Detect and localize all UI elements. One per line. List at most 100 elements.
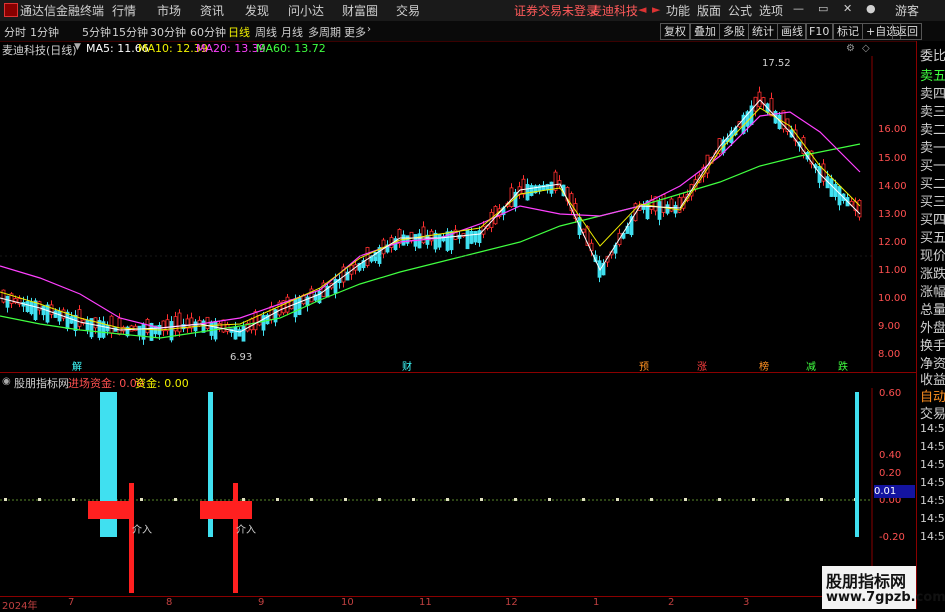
period-weekly[interactable]: 周线 [255,24,277,40]
signal-bar [200,501,252,519]
period-5min[interactable]: 5分钟 [82,24,111,40]
mark-button[interactable]: 标记 [833,23,863,40]
chart-settings-icon[interactable]: ⚙ [846,43,855,54]
tick-time: 14:56 [920,476,945,489]
low-price-label: 6.93 [230,352,253,363]
quote-label: 卖四 [920,87,945,102]
event-marker[interactable]: 跌 [838,358,848,373]
candlestick-chart[interactable] [0,56,916,372]
login-notice[interactable]: 证券交易未登录 [514,2,598,19]
zero-dot [820,498,823,501]
period-more[interactable]: 更多 [344,24,366,40]
zero-dot [412,498,415,501]
close-window-icon[interactable]: ✕ [843,2,852,15]
period-1min[interactable]: 1分钟 [30,24,59,40]
period-15min[interactable]: 15分钟 [112,24,148,40]
zero-dot [718,498,721,501]
candle-body [65,311,70,329]
zero-dot [276,498,279,501]
candle-body [269,306,274,320]
zero-dot [310,498,313,501]
event-marker[interactable]: 解 [72,358,82,373]
candle-body [45,304,50,323]
period-multi[interactable]: 多周期 [308,24,341,40]
menu-function[interactable]: 功能 [666,2,690,19]
x-tick: 3 [743,597,750,608]
x-tick: 7 [68,597,75,608]
candle-body [57,311,62,322]
candle-body [29,301,34,315]
menu-exchange[interactable]: 市场 [157,2,181,19]
period-60min[interactable]: 60分钟 [190,24,226,40]
watermark-title: 股朋指标网 [826,572,907,591]
zero-dot [72,498,75,501]
menu-ask[interactable]: 问小达 [288,2,324,19]
event-marker[interactable]: 榜 [759,358,769,373]
event-marker[interactable]: 减 [806,358,816,373]
candle-body [837,186,842,206]
restore-window-icon[interactable]: ▭ [818,2,828,15]
candle-body [365,247,370,266]
adjust-button[interactable]: 复权 [660,23,690,40]
menu-options[interactable]: 选项 [759,2,783,19]
y-tick: 16.00 [878,124,907,135]
menu-news[interactable]: 资讯 [200,2,224,19]
zero-dot [174,498,177,501]
minimize-window-icon[interactable]: — [793,2,804,15]
ma60-label: MA60: 13.72 [256,42,326,55]
indicator-chart[interactable] [0,388,916,596]
ma-settings-icon[interactable]: ▼ [74,42,81,52]
quote-label: 换手 [920,339,945,354]
user-name[interactable]: 游客 [895,2,919,19]
menu-market[interactable]: 行情 [112,2,136,19]
quote-label: 买四 [920,213,945,228]
menu-trade[interactable]: 交易 [396,2,420,19]
f10-button[interactable]: F10 [805,23,834,40]
tick-time: 14:56 [920,440,945,453]
candle-body [41,305,46,316]
candle-body [109,315,114,334]
menu-wealth[interactable]: 财富圈 [342,2,378,19]
event-marker[interactable]: 涨 [697,358,707,373]
candle-body [757,91,762,108]
draw-button[interactable]: 画线 [777,23,807,40]
menu-discover[interactable]: 发现 [245,2,269,19]
ind-y-tick: 0.20 [879,468,902,479]
zero-dot [140,498,143,501]
candle-body [237,329,242,337]
back-button[interactable]: 返回 [892,23,922,40]
zero-dot [786,498,789,501]
period-monthly[interactable]: 月线 [281,24,303,40]
indicator-settings-icon[interactable]: ◉ [2,376,11,387]
period-daily[interactable]: 日线 [228,24,250,40]
stats-button[interactable]: 统计 [748,23,778,40]
quote-label: 买三 [920,195,945,210]
event-marker[interactable]: 财 [402,358,412,373]
candle-body [169,321,174,341]
menu-formula[interactable]: 公式 [728,2,752,19]
inflow-bar [855,392,859,537]
more-chevron-icon[interactable]: › [367,24,371,35]
candle-body [509,187,514,208]
period-30min[interactable]: 30分钟 [150,24,186,40]
zero-dot [684,498,687,501]
overlay-button[interactable]: 叠加 [690,23,720,40]
candle-body [857,200,862,218]
user-info-icon[interactable]: ● [866,2,876,15]
quote-label: 涨跌 [920,267,945,282]
period-timeshare[interactable]: 分时 [4,24,26,40]
multi-stock-button[interactable]: 多股 [719,23,749,40]
zero-dot [616,498,619,501]
y-tick: 10.00 [878,293,907,304]
menu-layout[interactable]: 版面 [697,2,721,19]
event-marker[interactable]: 预 [639,358,649,373]
quote-label: 总量 [920,303,945,318]
zero-dot [4,498,7,501]
chart-expand-icon[interactable]: ◇ [862,43,870,54]
quote-label: 卖五 [920,69,945,84]
trade-label[interactable]: 交易 [920,403,945,422]
quote-label: 卖二 [920,123,945,138]
quote-label: 买二 [920,177,945,192]
candle-body [145,319,150,334]
stock-name: 麦迪科技 [590,4,639,18]
